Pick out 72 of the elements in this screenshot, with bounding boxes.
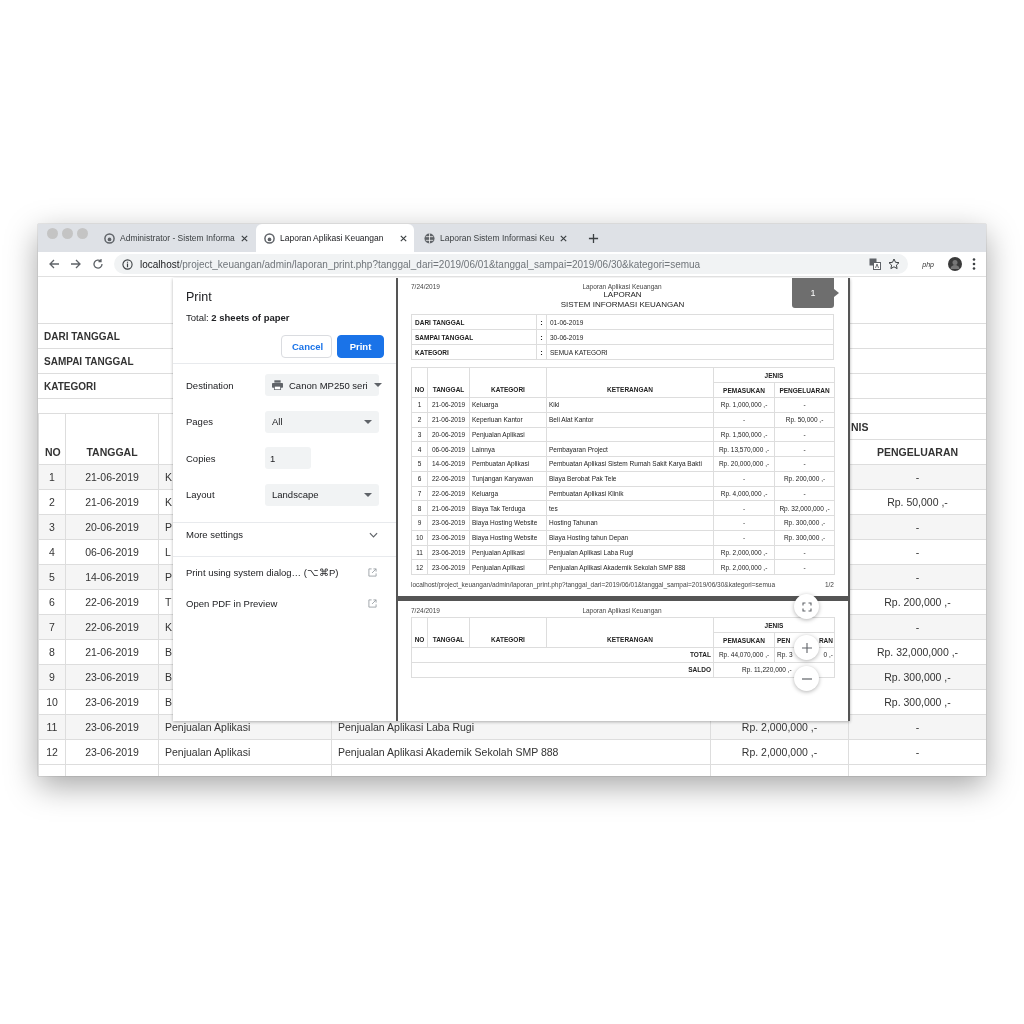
external-link-icon	[368, 568, 377, 577]
site-icon	[104, 232, 115, 244]
number-field[interactable]: 1	[265, 447, 311, 470]
new-tab-icon[interactable]	[588, 233, 599, 244]
setting-label: Pages	[186, 416, 214, 428]
print-button[interactable]: Print	[337, 335, 384, 358]
dropdown[interactable]: Landscape	[265, 483, 379, 506]
plus-icon	[801, 642, 812, 653]
table-cell: 2	[38, 489, 66, 515]
browser-tab[interactable]: Administrator - Sistem Informa	[96, 224, 254, 252]
table-cell: 23-06-2019	[65, 689, 159, 715]
table-cell: 7	[38, 614, 66, 640]
report-title: LAPORAN	[603, 290, 642, 300]
cancel-button[interactable]: Cancel	[281, 335, 332, 358]
close-icon[interactable]	[239, 233, 249, 243]
table-cell: 21-06-2019	[65, 489, 159, 515]
close-icon[interactable]	[559, 233, 569, 243]
column-header: NO	[38, 413, 66, 465]
table-cell: 22-06-2019	[65, 614, 159, 640]
table-cell: 14-06-2019	[65, 564, 159, 590]
back-icon[interactable]	[48, 258, 60, 270]
reload-icon[interactable]	[92, 258, 104, 270]
table-cell: Penjualan Aplikasi Akademik Sekolah SMP 888	[331, 739, 711, 765]
browser-tab[interactable]: Laporan Sistem Informasi Keu	[416, 224, 574, 252]
fit-icon	[801, 601, 812, 612]
table-cell: 21-06-2019	[65, 639, 159, 665]
table-cell: 10	[38, 689, 66, 715]
table-cell: 4	[38, 539, 66, 565]
dropdown[interactable]: All	[265, 410, 379, 433]
external-link-icon	[368, 599, 377, 608]
table-cell: Penjualan Aplikasi	[158, 739, 332, 765]
table-cell: 21-06-2019	[65, 464, 159, 490]
column-header: NIS	[851, 420, 869, 433]
table-cell: 06-06-2019	[65, 539, 159, 565]
table-cell: 8	[38, 639, 66, 665]
table-cell: 23-06-2019	[65, 739, 159, 765]
translate-icon[interactable]	[869, 258, 882, 270]
caret-icon	[364, 492, 372, 497]
table-cell: Rp. 2,000,000 ,-	[710, 739, 849, 765]
table-cell: 20-06-2019	[65, 514, 159, 540]
setting-label: Layout	[186, 489, 216, 501]
setting-label: Copies	[186, 452, 217, 464]
table-cell: 1	[38, 464, 66, 490]
menu-icon[interactable]	[972, 257, 976, 271]
forward-icon[interactable]	[70, 258, 82, 270]
table-cell: 23-06-2019	[65, 664, 159, 690]
site-icon	[264, 232, 275, 244]
caret-icon	[364, 419, 372, 424]
info-icon[interactable]	[122, 258, 133, 270]
dropdown[interactable]: Canon MP250 seri	[265, 374, 379, 397]
address-field[interactable]: localhost/project_keuangan/admin/laporan_print.php?tanggal_dari=2019/06/01&tanggal_sampai=2019/06/30&kategori=semua	[114, 254, 909, 274]
dialog-title: Print	[185, 289, 213, 304]
table-cell: 5	[38, 564, 66, 590]
table-cell: 6	[38, 589, 66, 615]
report-subtitle: SISTEM INFORMASI KEUANGAN	[560, 300, 685, 310]
table-cell: 22-06-2019	[65, 589, 159, 615]
setting-label: Destination	[186, 379, 235, 391]
table-cell: 9	[38, 664, 66, 690]
globe-icon	[424, 232, 435, 244]
close-icon[interactable]	[399, 233, 408, 243]
minus-icon	[801, 677, 812, 680]
table-cell: 23-06-2019	[65, 714, 159, 740]
profile-avatar[interactable]	[948, 257, 962, 271]
sheet-total: Total: 2 sheets of paper	[185, 311, 291, 323]
table-cell: 11	[38, 714, 66, 740]
table-cell: 12	[38, 739, 66, 765]
caret-icon	[373, 383, 382, 388]
star-icon[interactable]	[888, 258, 901, 270]
printer-icon	[272, 380, 283, 391]
column-header: TANGGAL	[65, 413, 159, 465]
table-cell: 3	[38, 514, 66, 540]
browser-tab[interactable]: Laporan Aplikasi Keuangan	[256, 224, 414, 252]
